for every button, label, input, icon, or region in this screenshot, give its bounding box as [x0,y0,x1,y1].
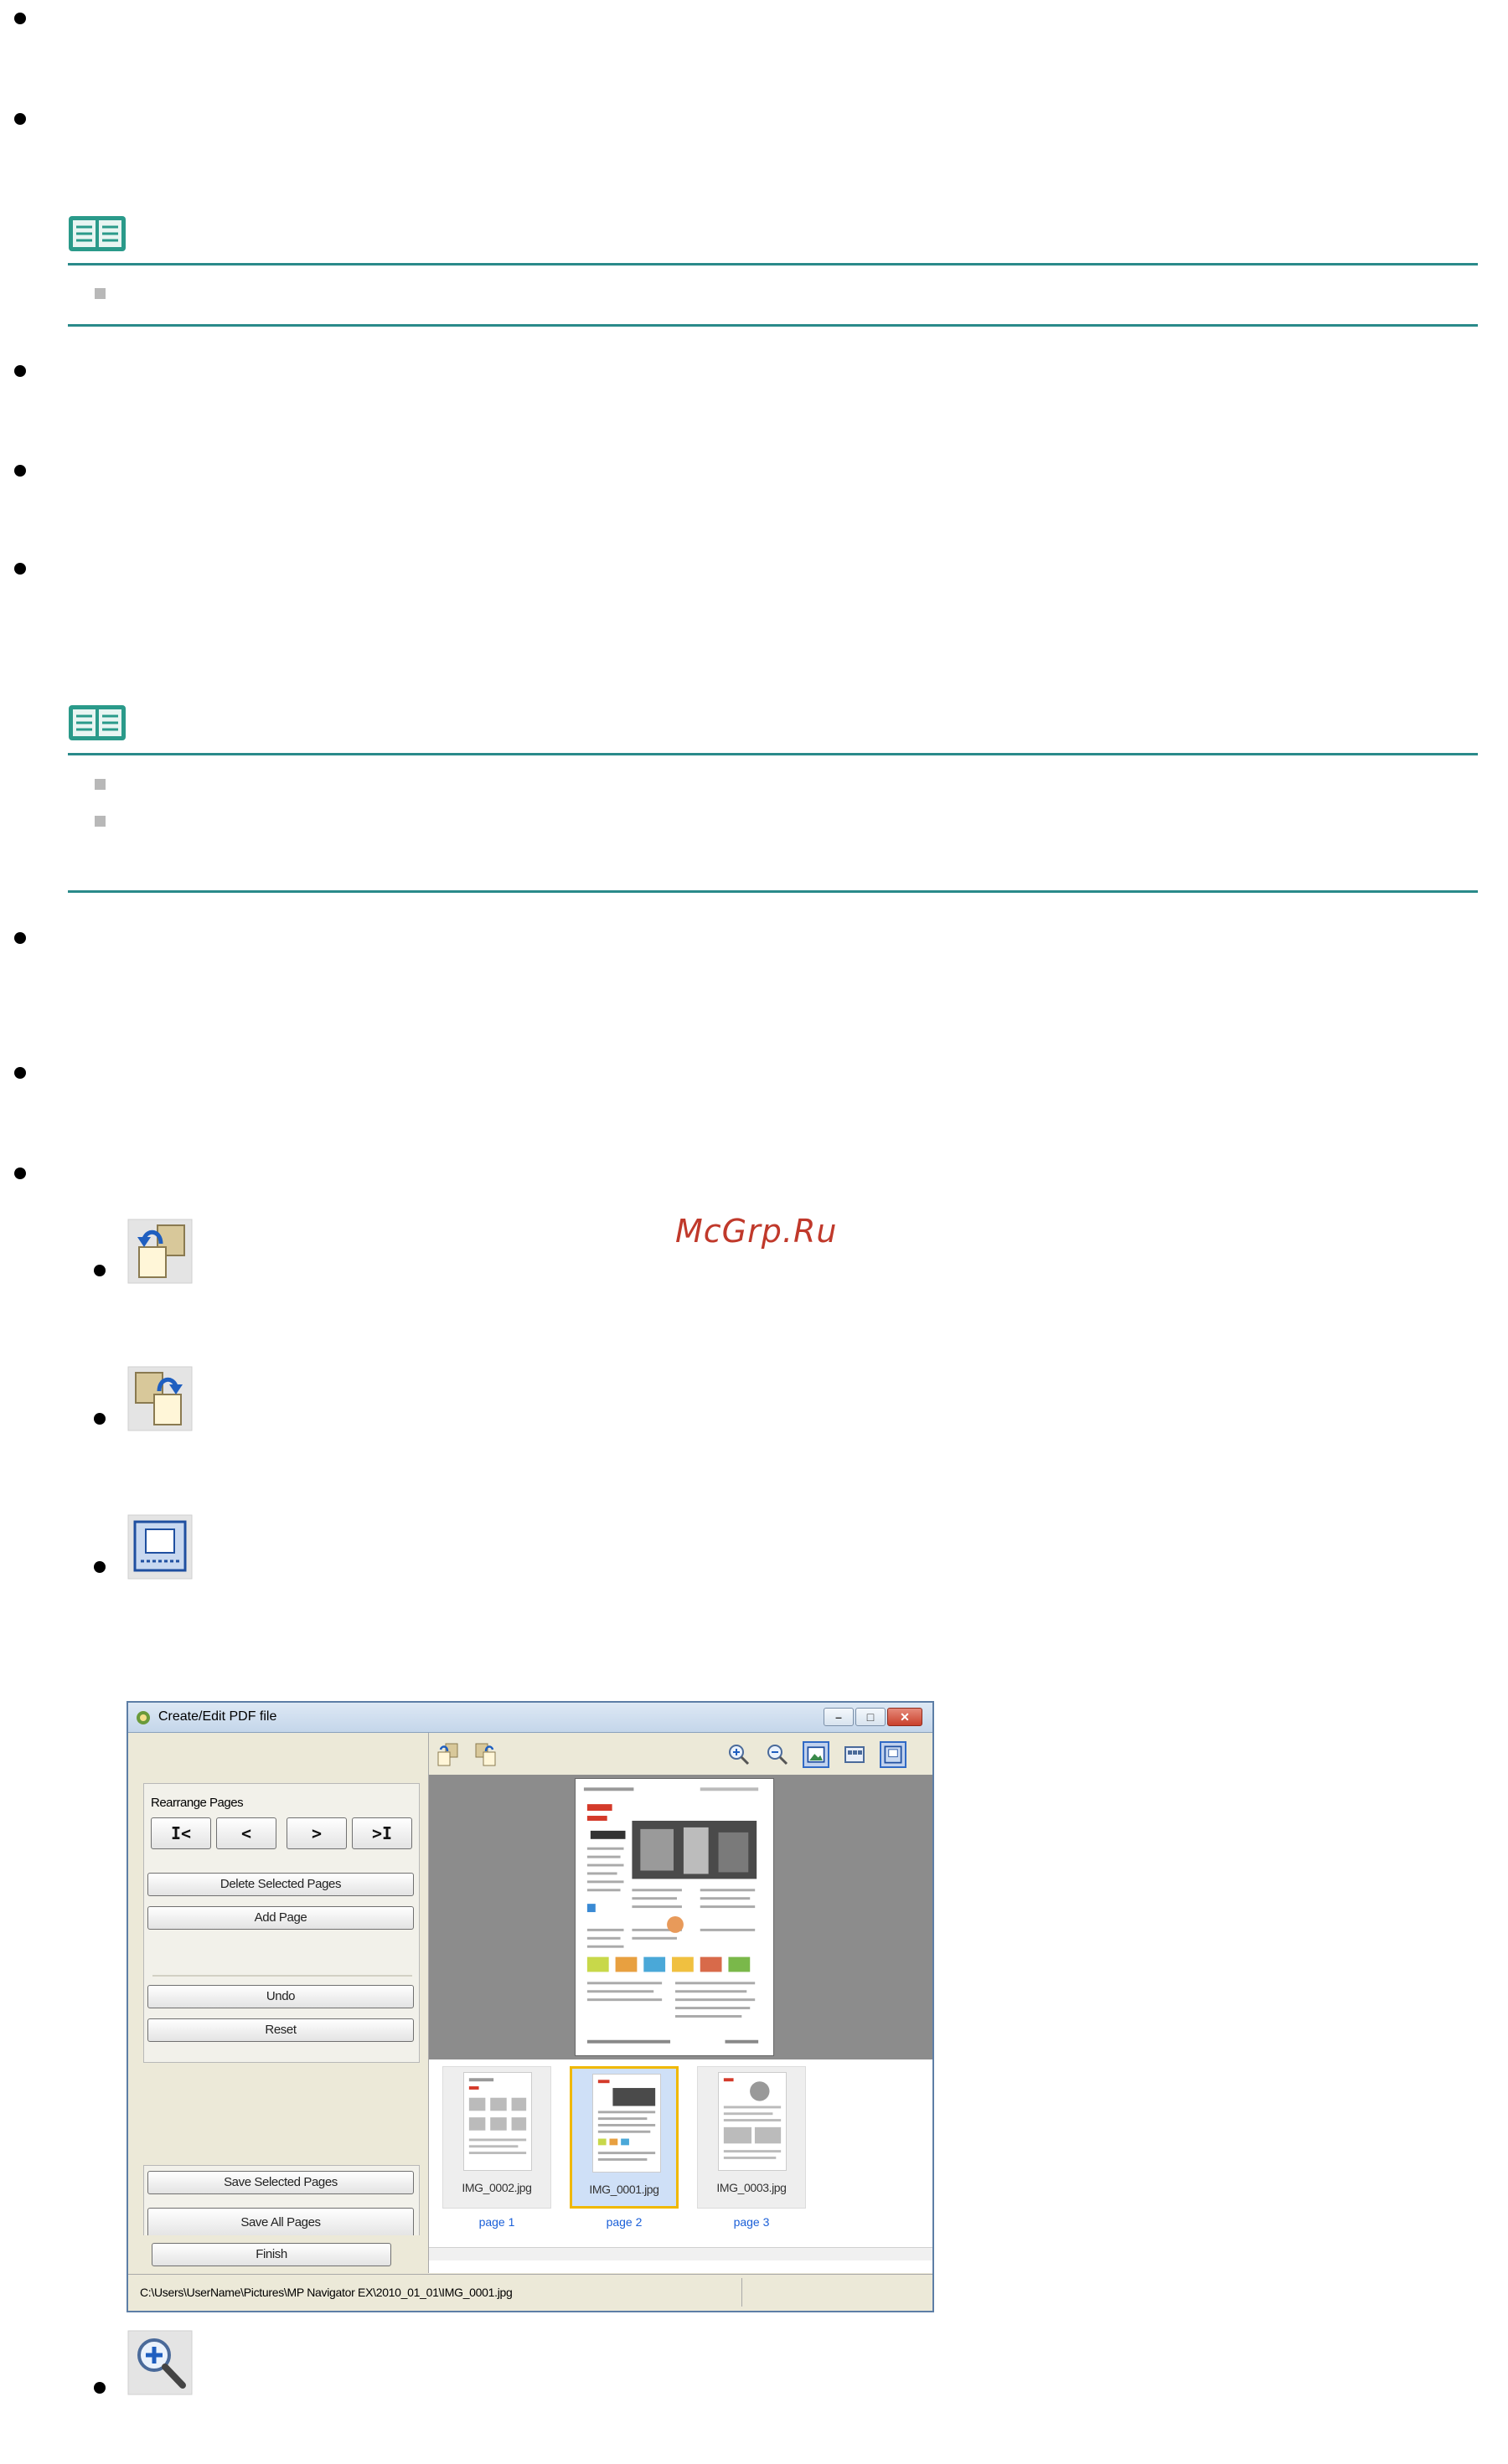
zoom-out-icon[interactable] [764,1741,791,1768]
window-title: Create/Edit PDF file [158,1709,277,1724]
watermark: McGrp.Ru [675,1213,838,1250]
thumbnail-filename: IMG_0003.jpg [716,2181,787,2194]
preview-toolbar [429,1733,932,1775]
full-screen-icon [127,1514,193,1580]
thumbnail-image [592,2074,661,2173]
bullet [94,1413,106,1425]
bullet [94,2382,106,2394]
first-page-button[interactable]: I< [151,1817,211,1849]
bullet [14,563,26,575]
bullet [14,113,26,125]
page-thumbnail[interactable]: IMG_0003.jpg [697,2066,806,2209]
create-edit-pdf-window: Create/Edit PDF file – □ ✕ Rearrange Pag… [127,1701,934,2312]
bullet [14,1168,26,1179]
page-preview-image [575,1778,774,2056]
maximize-icon: □ [866,1710,875,1724]
separator [152,1975,412,1977]
thumbnail-image [463,2072,532,2171]
rearrange-pages-label: Rearrange Pages [151,1796,244,1810]
previous-page-button[interactable]: < [216,1817,276,1849]
rearrange-pages-group: Rearrange Pages I< < > >I Delete Selecte… [143,1783,420,2063]
finish-area: Finish [128,2235,428,2273]
bullet [14,465,26,477]
thumbnail-image [718,2072,787,2171]
file-path-label: C:\Users\UserName\Pictures\MP Navigator … [140,2286,513,2299]
reset-button[interactable]: Reset [147,2018,414,2042]
save-selected-pages-button[interactable]: Save Selected Pages [147,2171,414,2194]
page-thumbnail-selected[interactable]: IMG_0001.jpg [570,2066,679,2209]
page-number-label: page 1 [478,2215,515,2229]
thumbnail-view-icon[interactable] [841,1741,868,1768]
bullet [14,13,26,24]
bullet [94,1561,106,1573]
rotate-right-icon [127,1366,193,1431]
status-bar: C:\Users\UserName\Pictures\MP Navigator … [128,2274,932,2311]
zoom-in-icon[interactable] [726,1741,752,1768]
rotate-right-icon[interactable] [473,1741,499,1768]
bullet [14,365,26,377]
note-divider-top [68,753,1478,755]
delete-selected-pages-button[interactable]: Delete Selected Pages [147,1873,414,1896]
save-all-pages-button[interactable]: Save All Pages [147,2208,414,2238]
thumbnail-filename: IMG_0001.jpg [589,2183,659,2196]
fit-page-icon[interactable] [803,1741,829,1768]
page-number-label: page 3 [733,2215,770,2229]
bullet [14,932,26,944]
close-icon: ✕ [900,1710,910,1724]
thumbnail-strip: IMG_0002.jpg IMG_0001.jpg IMG_0003.jpg p… [429,2059,932,2260]
status-cell [741,2278,926,2307]
app-icon [137,1711,150,1724]
note-bullet [95,816,106,827]
rotate-left-icon[interactable] [434,1741,461,1768]
close-button[interactable]: ✕ [887,1708,922,1726]
bullet [14,1067,26,1079]
note-book-icon [69,705,126,740]
rotate-left-icon [127,1219,193,1284]
note-bullet [95,779,106,790]
last-page-button[interactable]: >I [352,1817,412,1849]
minimize-button[interactable]: – [824,1708,854,1726]
page-preview-area [429,1775,932,2059]
preview-panel: IMG_0002.jpg IMG_0001.jpg IMG_0003.jpg p… [428,1733,932,2273]
full-screen-icon[interactable] [880,1741,906,1768]
next-page-button[interactable]: > [287,1817,347,1849]
thumbnail-scrollbar[interactable] [429,2247,932,2260]
page-number-label: page 2 [606,2215,643,2229]
note-bullet [95,288,106,299]
maximize-button[interactable]: □ [855,1708,886,1726]
page-thumbnail[interactable]: IMG_0002.jpg [442,2066,551,2209]
note-divider-bottom [68,890,1478,893]
note-divider-top [68,263,1478,265]
undo-button[interactable]: Undo [147,1985,414,2008]
note-divider-bottom [68,324,1478,327]
left-panel: Rearrange Pages I< < > >I Delete Selecte… [128,1733,428,2273]
thumbnail-filename: IMG_0002.jpg [462,2181,532,2194]
minimize-icon: – [835,1710,842,1724]
bullet [94,1265,106,1276]
title-bar: Create/Edit PDF file – □ ✕ [128,1703,932,1733]
finish-button[interactable]: Finish [152,2243,391,2266]
note-book-icon [69,216,126,251]
add-page-button[interactable]: Add Page [147,1906,414,1930]
zoom-in-icon [127,2330,193,2395]
